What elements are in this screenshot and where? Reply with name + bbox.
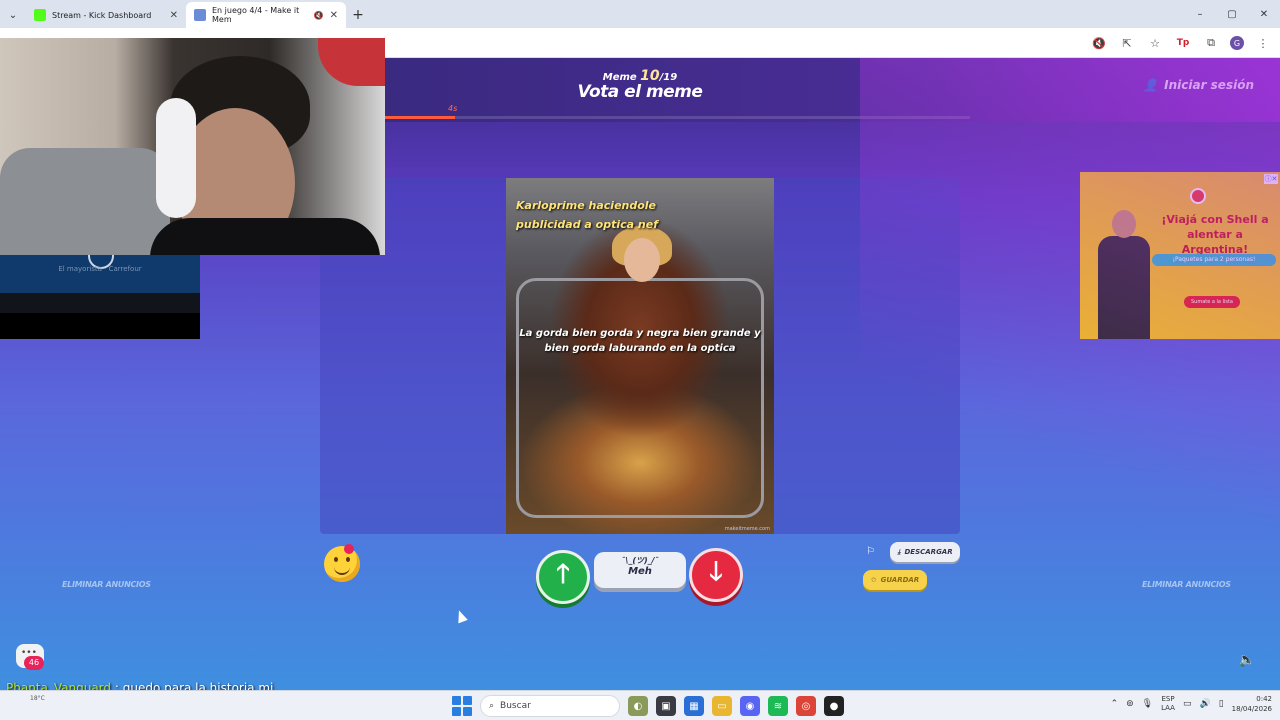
tab-kick-dashboard[interactable]: Stream - Kick Dashboard ✕ [26,2,186,28]
meh-label: Meh [628,566,652,577]
task-view-icon[interactable]: ▣ [656,696,676,716]
discord-app-icon[interactable]: ◉ [740,696,760,716]
webcam-shirt [150,218,380,255]
tab-make-it-meme[interactable]: En juego 4/4 - Make it Mem 🔇 ✕ [186,2,346,28]
heart-icon [344,544,354,554]
meme-image: Karloprime haciendole publicidad a optic… [506,178,774,534]
star-icon: ✩ [870,576,877,584]
search-icon: ⌕ [489,701,495,711]
widgets-app-icon[interactable]: ◐ [628,696,648,716]
tab-muted-speaker-icon[interactable]: 🔇 [314,11,324,20]
spotify-app-icon[interactable]: ≋ [768,696,788,716]
profile-avatar[interactable]: G [1230,36,1244,50]
install-app-icon[interactable]: ⇱ [1118,34,1136,52]
window-controls: – ▢ ✕ [1184,0,1280,28]
webcam-bed [0,148,170,255]
overlay-text: El mayorista · Carrefour [58,265,142,273]
lang-bottom: LAA [1161,704,1175,712]
timer-label: 4s [448,104,458,113]
file-explorer-icon[interactable]: ▭ [712,696,732,716]
mouse-cursor-icon [454,608,468,624]
webcam-red-object [318,38,385,86]
maximize-button[interactable]: ▢ [1216,0,1248,28]
lang-top: ESP [1161,695,1175,703]
ad-close-icon[interactable]: ⓘ✕ [1264,174,1278,184]
speaker-icon[interactable]: 🔈 [1238,652,1255,668]
overlay-black-bar [0,313,200,339]
headset-icon [156,98,196,218]
weather-widget[interactable]: 18°C [30,695,45,702]
clock[interactable]: 0:42 18/04/2026 [1232,694,1272,714]
stream-ad-overlay: El mayorista · Carrefour [0,255,200,339]
download-label: DESCARGAR [904,548,953,556]
streaming-app-icon[interactable]: ● [824,696,844,716]
tab-search-chevron-icon[interactable]: ⌄ [0,2,26,28]
login-label: Iniciar sesión [1164,78,1254,92]
remove-ads-link-right[interactable]: ELIMINAR ANUNCIOS [1142,580,1231,589]
login-button[interactable]: 👤 Iniciar sesión [1143,78,1254,92]
tab-title: En juego 4/4 - Make it Mem [212,6,300,24]
report-flag-icon[interactable]: ⚐ [866,546,875,557]
download-icon: ⤓ [897,547,901,556]
remove-ads-link-left[interactable]: ELIMINAR ANUNCIOS [62,580,151,589]
ad-pill: ¡Paquetes para 2 personas! [1152,254,1276,266]
tp-extension-icon[interactable]: Tp [1174,34,1192,52]
meme-caption-top: Karloprime haciendole publicidad a optic… [516,199,658,231]
microphone-icon[interactable]: 🎙 [1142,699,1153,709]
meme-doll-face [624,238,660,282]
ad-cta-button[interactable]: Sumate a la lista [1184,296,1240,308]
network-icon[interactable]: ⊚ [1126,699,1134,709]
shrug-icon: ¯\_(ツ)_/¯ [621,556,659,565]
chrome-app-icon[interactable]: ◎ [796,696,816,716]
tab-close-icon[interactable]: ✕ [170,10,178,21]
timer-bar [385,116,970,119]
kick-favicon-icon [34,9,46,21]
chat-count-badge: 46 [24,656,44,670]
webcam-overlay [0,38,385,255]
timer-bar-fill [385,116,456,119]
meh-button[interactable]: ¯\_(ツ)_/¯ Meh [594,552,686,588]
meme-watermark: makeitmeme.com [724,526,770,532]
bookmark-star-icon[interactable]: ☆ [1146,34,1164,52]
system-tray: ⌃ ⊚ 🎙 ESP LAA ▭ 🔊 ▯ 0:42 18/04/2026 [1111,694,1272,714]
minimize-button[interactable]: – [1184,0,1216,28]
clock-date: 18/04/2026 [1231,705,1272,713]
clock-time: 0:42 [1256,695,1272,703]
ad-person-image [1098,210,1150,339]
language-indicator[interactable]: ESP LAA [1161,695,1175,713]
user-icon: 👤 [1143,78,1159,92]
taskbar: 18°C ⌕ Buscar ◐ ▣ ▦ ▭ ◉ ≋ ◎ ● ⌃ ⊚ 🎙 ESP … [0,690,1280,720]
new-tab-button[interactable]: + [346,2,370,28]
emoji-reaction-button[interactable] [324,546,360,582]
volume-icon[interactable]: 🔊 [1199,699,1210,709]
taskbar-search[interactable]: ⌕ Buscar [480,695,620,717]
display-icon[interactable]: ▭ [1183,699,1192,709]
windows-start-icon[interactable] [452,696,472,716]
toolbar-icons: 🔇 ⇱ ☆ Tp ⧉ G ⋮ [1090,34,1272,52]
downvote-button[interactable]: 🡓 [689,548,743,602]
browser-menu-icon[interactable]: ⋮ [1254,34,1272,52]
search-placeholder: Buscar [500,701,531,711]
extensions-puzzle-icon[interactable]: ⧉ [1202,34,1220,52]
tab-title: Stream - Kick Dashboard [52,10,152,20]
tab-close-icon[interactable]: ✕ [330,10,338,21]
mute-site-icon[interactable]: 🔇 [1090,34,1108,52]
makeitmeme-favicon-icon [194,9,206,21]
upvote-button[interactable]: 🡑 [536,550,590,604]
download-button[interactable]: ⤓ DESCARGAR [890,542,960,562]
store-app-icon[interactable]: ▦ [684,696,704,716]
ad-headline: ¡Viajá con Shell a alentar a Argentina! [1161,213,1269,256]
close-window-button[interactable]: ✕ [1248,0,1280,28]
meme-tray-shape [516,278,764,518]
battery-icon[interactable]: ▯ [1219,699,1224,709]
tray-chevron-icon[interactable]: ⌃ [1111,699,1119,709]
save-button[interactable]: ✩ GUARDAR [863,570,927,590]
shell-logo-icon [1190,188,1206,204]
meme-caption-middle: La gorda bien gorda y negra bien grande … [519,328,761,354]
taskbar-center: ⌕ Buscar ◐ ▣ ▦ ▭ ◉ ≋ ◎ ● [452,695,844,717]
save-label: GUARDAR [880,576,920,584]
browser-tab-bar: ⌄ Stream - Kick Dashboard ✕ En juego 4/4… [0,0,1280,28]
shell-ad-banner[interactable]: ¡Viajá con Shell a alentar a Argentina! … [1080,172,1280,339]
